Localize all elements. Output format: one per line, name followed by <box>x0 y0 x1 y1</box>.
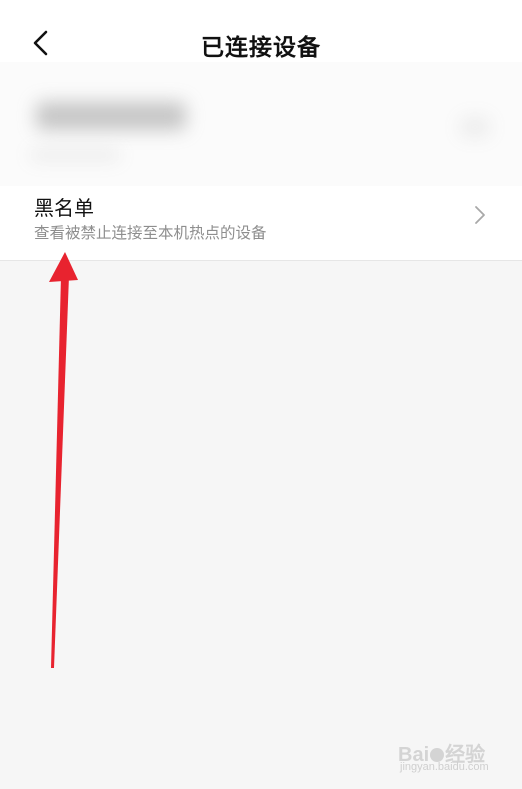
screen: 已连接设备 黑名单 查看被禁止连接至本机热点的设备 Bai 经验 jingyan.… <box>0 0 522 789</box>
blurred-device-name <box>36 102 186 130</box>
connected-device-item-blurred[interactable] <box>0 62 522 188</box>
arrow-shaft <box>51 276 69 668</box>
blurred-device-detail <box>30 150 120 160</box>
baidu-jingyan-watermark: Bai 经验 jingyan.baidu.com <box>398 738 508 778</box>
blacklist-subtitle: 查看被禁止连接至本机热点的设备 <box>34 224 267 242</box>
chevron-right-icon <box>475 206 485 224</box>
blurred-device-action <box>460 117 490 137</box>
blacklist-row[interactable]: 黑名单 查看被禁止连接至本机热点的设备 <box>0 186 522 261</box>
watermark-url: jingyan.baidu.com <box>400 761 489 773</box>
blacklist-title: 黑名单 <box>34 196 94 220</box>
paw-icon <box>430 748 445 762</box>
page-title: 已连接设备 <box>201 35 321 61</box>
